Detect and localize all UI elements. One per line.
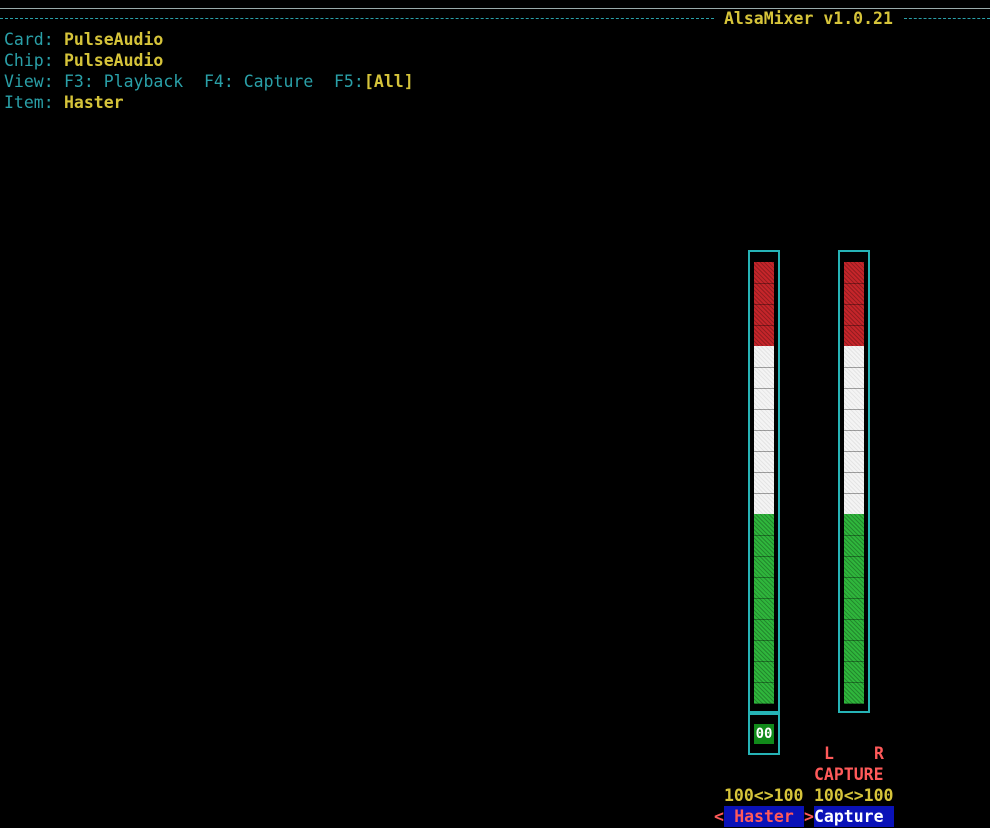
meter-cell-divider — [754, 493, 774, 494]
view-capture-option[interactable]: F4: Capture — [204, 71, 313, 92]
meter-cell-divider — [844, 703, 864, 704]
meter-cell-divider — [754, 472, 774, 473]
meter-cell-divider — [754, 661, 774, 662]
capture-volume-value: 100<>100 — [814, 786, 894, 805]
capture-volume-meter[interactable] — [838, 250, 870, 713]
app-title: AlsaMixer v1.0.21 — [724, 9, 893, 28]
meter-cell-divider — [844, 451, 864, 452]
meter-cell-divider — [754, 556, 774, 557]
meter-cell-divider — [844, 535, 864, 536]
meter-cell-divider — [754, 577, 774, 578]
meter-cell-divider — [754, 682, 774, 683]
meter-cell-divider — [844, 493, 864, 494]
meter-cell-divider — [754, 325, 774, 326]
item-value: Haster — [64, 93, 124, 112]
selection-marker-right: > — [804, 807, 814, 826]
card-value: PulseAudio — [64, 30, 164, 49]
capture-control-name[interactable]: Capture — [814, 806, 894, 827]
capture-meter-green-zone — [844, 514, 864, 704]
master-meter-white-zone — [754, 346, 774, 514]
capture-meter-white-zone — [844, 346, 864, 514]
meter-cell-divider — [754, 703, 774, 704]
meter-cell-divider — [844, 367, 864, 368]
view-label: View: — [4, 72, 54, 91]
meter-cell-divider — [844, 325, 864, 326]
view-all-key: F5: — [334, 72, 364, 91]
chip-label: Chip: — [4, 51, 54, 70]
meter-cell-divider — [754, 598, 774, 599]
meter-cell-divider — [754, 535, 774, 536]
meter-cell-divider — [844, 430, 864, 431]
master-meter-green-zone — [754, 514, 774, 704]
meter-cell-divider — [754, 430, 774, 431]
meter-cell-divider — [754, 283, 774, 284]
meter-cell-divider — [844, 283, 864, 284]
capture-meter-red-zone — [844, 262, 864, 346]
meter-cell-divider — [844, 472, 864, 473]
meter-cell-divider — [754, 451, 774, 452]
header-rule — [0, 18, 714, 19]
selection-marker-left: < — [714, 807, 724, 826]
master-control-name[interactable]: Haster — [724, 806, 804, 827]
master-mute-indicator: 00 — [754, 724, 774, 744]
meter-cell-divider — [754, 640, 774, 641]
capture-switch-label[interactable]: CAPTURE — [814, 764, 884, 785]
meter-cell-divider — [844, 682, 864, 683]
meter-cell-divider — [754, 409, 774, 410]
capture-left-channel-label: L — [824, 744, 834, 763]
capture-right-channel-label: R — [874, 744, 884, 763]
meter-cell-divider — [844, 577, 864, 578]
card-label: Card: — [4, 30, 54, 49]
header-rule-right — [904, 18, 990, 19]
master-meter-red-zone — [754, 262, 774, 346]
master-volume-meter[interactable] — [748, 250, 780, 713]
item-label: Item: — [4, 93, 54, 112]
meter-cell-divider — [844, 388, 864, 389]
view-all-option[interactable]: [All] — [364, 71, 414, 92]
meter-cell-divider — [844, 304, 864, 305]
meter-cell-divider — [844, 661, 864, 662]
meter-cell-divider — [844, 619, 864, 620]
master-volume-value: 100<>100 — [724, 786, 804, 805]
meter-cell-divider — [844, 640, 864, 641]
meter-cell-divider — [844, 556, 864, 557]
meter-cell-divider — [754, 388, 774, 389]
meter-cell-divider — [754, 619, 774, 620]
meter-cell-divider — [844, 409, 864, 410]
meter-cell-divider — [754, 367, 774, 368]
view-playback-option[interactable]: F3: Playback — [64, 71, 183, 92]
chip-value: PulseAudio — [64, 51, 164, 70]
master-mute-box[interactable]: 00 — [748, 713, 780, 755]
meter-cell-divider — [754, 304, 774, 305]
meter-cell-divider — [844, 598, 864, 599]
